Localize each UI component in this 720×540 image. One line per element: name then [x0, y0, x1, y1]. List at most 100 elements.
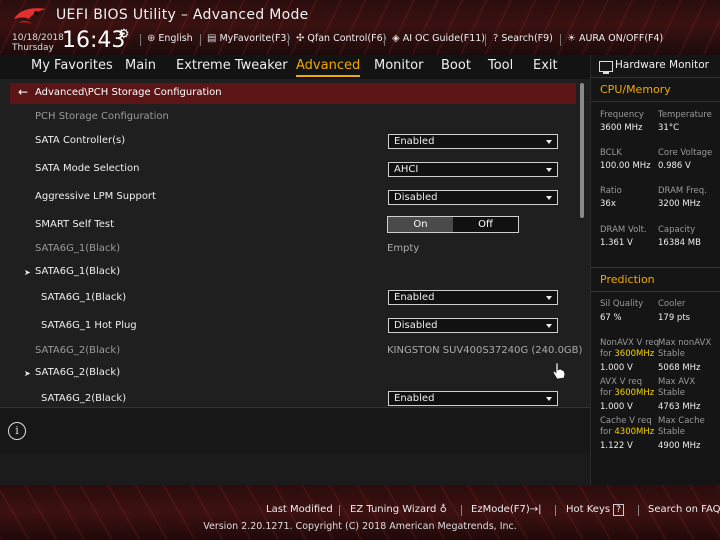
cpu-memory-section: CPU/Memory	[591, 77, 720, 102]
language-button[interactable]: ⊕ English	[147, 33, 193, 44]
dram-freq-label: DRAM Freq.	[658, 186, 707, 196]
tab-monitor[interactable]: Monitor	[374, 58, 423, 73]
tab-exit[interactable]: Exit	[533, 58, 558, 73]
header-divider	[288, 34, 289, 46]
last-modified-button[interactable]: Last Modified	[266, 504, 333, 515]
tab-advanced[interactable]: Advanced	[296, 58, 361, 77]
sata6g-1-hot-plug-dropdown[interactable]: Disabled	[388, 318, 558, 333]
temperature-value: 31°C	[658, 123, 680, 133]
sata-controller-label: SATA Controller(s)	[35, 135, 126, 146]
footer-divider	[638, 505, 639, 516]
info-icon: i	[8, 422, 26, 440]
max-cache-label: Max Cache Stable	[658, 416, 705, 437]
myfavorite-button[interactable]: ▤ MyFavorite(F3)	[207, 33, 290, 44]
tab-main[interactable]: Main	[125, 58, 156, 73]
sata6g-2-submenu[interactable]: SATA6G_2(Black)	[35, 367, 120, 378]
exit-arrow-icon: →|	[529, 504, 542, 515]
capacity-value: 16384 MB	[658, 238, 701, 248]
sata6g-1-submenu[interactable]: SATA6G_1(Black)	[35, 266, 120, 277]
sata-controller-dropdown[interactable]: Enabled	[388, 134, 558, 149]
dram-volt-label: DRAM Volt.	[600, 225, 647, 235]
search-on-faq-button[interactable]: Search on FAQ	[648, 504, 720, 515]
chevron-down-icon	[546, 397, 552, 401]
ai-oc-guide-icon: ◈	[392, 33, 400, 44]
monitor-icon	[599, 61, 613, 74]
sata6g-2-port-dropdown[interactable]: Enabled	[388, 391, 558, 406]
max-nonavx-label: Max nonAVX Stable	[658, 338, 712, 359]
help-info-area: i	[0, 407, 590, 454]
aggressive-lpm-dropdown[interactable]: Disabled	[388, 190, 558, 205]
breadcrumb-path: Advanced\PCH Storage Configuration	[35, 87, 222, 98]
core-voltage-value: 0.986 V	[658, 161, 691, 171]
tab-tool[interactable]: Tool	[488, 58, 513, 73]
bclk-label: BCLK	[600, 148, 622, 158]
toggle-off-option[interactable]: Off	[453, 217, 518, 232]
chevron-down-icon	[546, 324, 552, 328]
clock-settings-gear-icon[interactable]: ⚙	[118, 27, 130, 42]
sata-mode-dropdown[interactable]: AHCI	[388, 162, 558, 177]
prediction-section: Prediction	[591, 267, 720, 292]
sata6g-1-port-dropdown[interactable]: Enabled	[388, 290, 558, 305]
copyright-text: Version 2.20.1271. Copyright (C) 2018 Am…	[203, 521, 517, 532]
frequency-value: 3600 MHz	[600, 123, 643, 133]
tab-boot[interactable]: Boot	[441, 58, 471, 73]
tab-extreme-tweaker[interactable]: Extreme Tweaker	[176, 58, 288, 73]
back-arrow-icon[interactable]: ←	[18, 85, 28, 99]
section-divider	[591, 101, 720, 102]
submenu-arrow-icon: ➤	[24, 268, 31, 277]
hot-keys-button[interactable]: Hot Keys?	[566, 504, 624, 516]
mouse-pointer-hand-icon	[552, 362, 566, 380]
header-bar: UEFI BIOS Utility – Advanced Mode 10/18/…	[0, 0, 720, 55]
avx-vreq-value: 1.000 V	[600, 402, 633, 412]
tab-my-favorites[interactable]: My Favorites	[31, 58, 113, 73]
section-title: PCH Storage Configuration	[35, 111, 169, 122]
sata6g-1-port-label: SATA6G_1(Black)	[41, 292, 127, 303]
settings-panel: ← Advanced\PCH Storage Configuration PCH…	[0, 79, 590, 407]
max-avx-value: 4763 MHz	[658, 402, 701, 412]
ez-mode-button[interactable]: EzMode(F7)→|	[471, 504, 541, 515]
chevron-down-icon	[546, 296, 552, 300]
sata-mode-label: SATA Mode Selection	[35, 163, 140, 174]
footer-bar: Last Modified EZ Tuning Wizard ♁ EzMode(…	[0, 485, 720, 540]
nonavx-vreq-value: 1.000 V	[600, 363, 633, 373]
dram-volt-value: 1.361 V	[600, 238, 633, 248]
ratio-label: Ratio	[600, 186, 622, 196]
sata6g-1-device: Empty	[387, 243, 420, 254]
fan-icon: ✣	[296, 33, 305, 44]
rog-logo	[14, 8, 46, 24]
header-divider	[560, 34, 561, 46]
smart-self-test-toggle[interactable]: On Off	[387, 216, 519, 233]
ai-oc-guide-button[interactable]: ◈ AI OC Guide(F11)	[392, 33, 485, 44]
sil-quality-label: Sil Quality	[600, 299, 644, 309]
scrollbar[interactable]	[580, 83, 584, 218]
aura-toggle-button[interactable]: ☀ AURA ON/OFF(F4)	[567, 33, 663, 44]
footer-divider	[339, 505, 340, 516]
search-button[interactable]: ? Search(F9)	[493, 33, 553, 44]
ez-tuning-wizard-button[interactable]: EZ Tuning Wizard ♁	[350, 504, 447, 515]
header-divider	[384, 34, 385, 46]
qfan-control-button[interactable]: ✣ Qfan Control(F6)	[296, 33, 386, 44]
chevron-down-icon	[546, 168, 552, 172]
header-divider	[140, 34, 141, 46]
avx-vreq-label: AVX V req for 3600MHz	[600, 377, 655, 398]
sata6g-1-hot-plug-label: SATA6G_1 Hot Plug	[41, 320, 137, 331]
toggle-on-option[interactable]: On	[388, 217, 453, 232]
day-text: Thursday	[12, 43, 54, 53]
search-icon: ?	[493, 33, 499, 44]
capacity-label: Capacity	[658, 225, 696, 235]
header-divider	[200, 34, 201, 46]
max-nonavx-value: 5068 MHz	[658, 363, 701, 373]
footer-divider	[461, 505, 462, 516]
dram-freq-value: 3200 MHz	[658, 199, 701, 209]
frequency-label: Frequency	[600, 110, 644, 120]
clock-time: 16:43	[62, 28, 126, 53]
breadcrumb[interactable]: ← Advanced\PCH Storage Configuration	[10, 83, 576, 104]
section-divider	[591, 291, 720, 292]
chevron-down-icon	[546, 196, 552, 200]
cooler-value: 179 pts	[658, 313, 691, 323]
aggressive-lpm-label: Aggressive LPM Support	[35, 191, 156, 202]
ratio-value: 36x	[600, 199, 616, 209]
aura-icon: ☀	[567, 33, 576, 44]
cache-vreq-value: 1.122 V	[600, 441, 633, 451]
app-title: UEFI BIOS Utility – Advanced Mode	[56, 7, 309, 23]
